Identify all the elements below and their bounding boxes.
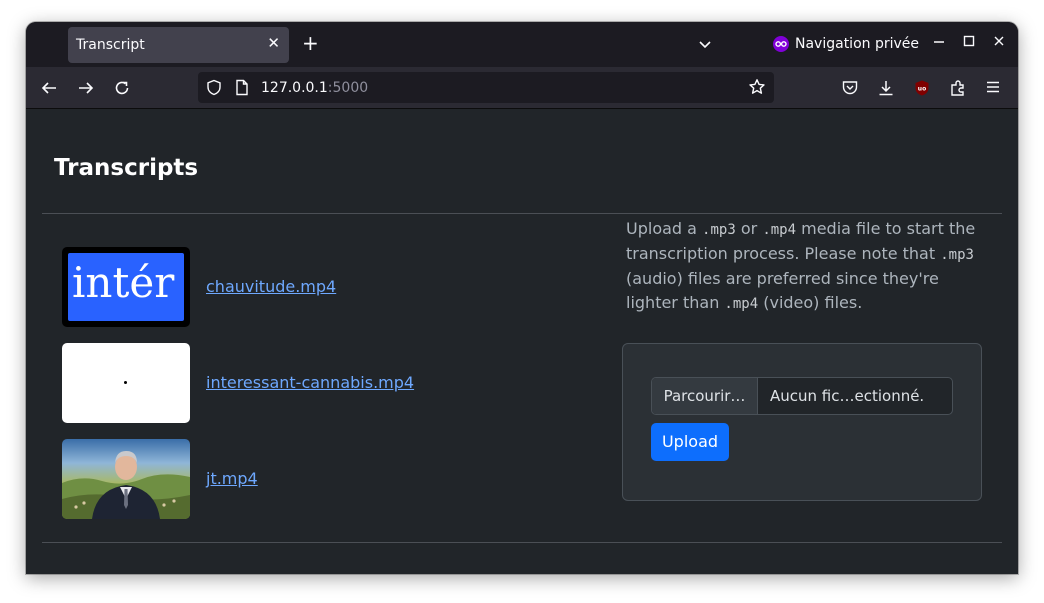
page-info-icon[interactable]: [235, 79, 249, 100]
close-window-icon[interactable]: [992, 33, 1006, 52]
bookmark-star-icon[interactable]: [748, 78, 766, 100]
video-thumbnail[interactable]: [62, 343, 190, 423]
extensions-icon[interactable]: [949, 79, 967, 101]
navigation-toolbar: 127.0.0.1:5000 uo: [26, 67, 1018, 109]
thumbnail-dot: [124, 381, 127, 384]
browser-window: Transcript ✕ + Navigation privée 127.0.0…: [26, 22, 1018, 574]
upload-description: Upload a .mp3 or .mp4 media file to star…: [626, 217, 980, 316]
page-content: Transcripts intér chauvitude.mp4 interes…: [26, 109, 1018, 574]
file-input[interactable]: Parcourir… Aucun fic…ectionné.: [651, 377, 953, 415]
private-mask-icon: [773, 36, 789, 52]
menu-hamburger-icon[interactable]: [985, 79, 1001, 99]
divider-bottom: [42, 542, 1002, 543]
list-item: jt.mp4: [62, 439, 462, 519]
private-label: Navigation privée: [795, 36, 920, 52]
back-arrow-icon[interactable]: [40, 79, 58, 101]
svg-text:uo: uo: [918, 86, 926, 93]
tab-transcript[interactable]: Transcript ✕: [68, 27, 289, 63]
url-text[interactable]: 127.0.0.1:5000: [261, 80, 368, 96]
new-tab-icon[interactable]: +: [302, 33, 319, 53]
list-item: interessant-cannabis.mp4: [62, 343, 462, 423]
url-bar[interactable]: 127.0.0.1:5000: [198, 72, 774, 103]
url-host: 127.0.0.1: [261, 80, 328, 96]
upload-button[interactable]: Upload: [651, 423, 729, 461]
thumbnail-caption: intér: [72, 258, 175, 307]
pocket-icon[interactable]: [841, 79, 859, 101]
desc-code: .mp3: [702, 222, 736, 238]
title-bar: Transcript ✕ + Navigation privée: [26, 22, 1018, 67]
file-link[interactable]: interessant-cannabis.mp4: [206, 373, 414, 392]
upload-card: Parcourir… Aucun fic…ectionné. Upload: [622, 343, 982, 501]
shield-icon[interactable]: [206, 79, 222, 100]
private-browsing-indicator: Navigation privée: [773, 36, 919, 52]
reload-icon[interactable]: [113, 79, 131, 101]
video-thumbnail[interactable]: intér: [62, 247, 190, 327]
desc-text: Upload a: [626, 219, 703, 238]
desc-text: (video) files.: [758, 293, 863, 312]
chevron-down-icon[interactable]: [698, 36, 712, 55]
close-tab-icon[interactable]: ✕: [267, 34, 280, 52]
desc-text: or: [735, 219, 763, 238]
tab-title: Transcript: [76, 37, 145, 53]
file-link[interactable]: jt.mp4: [206, 469, 258, 488]
browse-button[interactable]: Parcourir…: [652, 378, 758, 414]
desc-code: .mp3: [940, 247, 974, 263]
file-link[interactable]: chauvitude.mp4: [206, 277, 336, 296]
downloads-icon[interactable]: [877, 79, 895, 101]
file-status: Aucun fic…ectionné.: [770, 387, 925, 405]
maximize-icon[interactable]: [962, 33, 976, 52]
ublock-origin-icon[interactable]: uo: [913, 79, 931, 101]
list-item: intér chauvitude.mp4: [62, 247, 462, 327]
thumbnail-frame: intér: [68, 253, 184, 321]
url-port: :5000: [327, 80, 369, 96]
forward-arrow-icon[interactable]: [77, 79, 95, 101]
news-anchor-image: [62, 451, 190, 519]
desc-code: .mp4: [762, 222, 797, 238]
video-thumbnail[interactable]: [62, 439, 190, 519]
page-title: Transcripts: [54, 155, 199, 181]
desc-code: .mp4: [724, 296, 759, 312]
divider-top: [42, 213, 1002, 214]
minimize-icon[interactable]: [932, 33, 946, 52]
